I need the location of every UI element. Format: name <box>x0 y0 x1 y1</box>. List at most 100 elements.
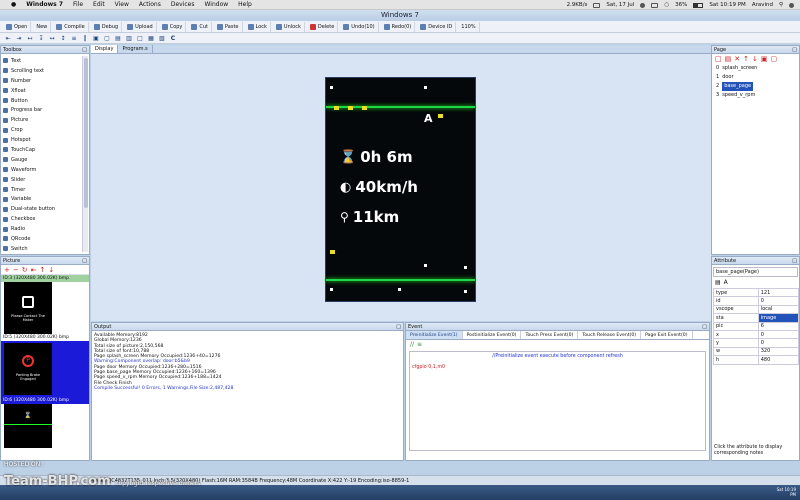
attribute-row[interactable]: type 121 <box>713 287 800 298</box>
picture-thumb[interactable]: Please Contact The Maker <box>4 282 52 334</box>
attribute-row[interactable]: h 480 <box>713 355 800 365</box>
toolbox-item-qrcode[interactable]: QRcode <box>3 234 89 244</box>
redo-button[interactable]: Redo(0) <box>381 21 416 32</box>
pin-icon[interactable]: □ <box>82 46 87 54</box>
page-item-speed-v-rpm[interactable]: 3 speed_v_rpm <box>712 91 799 100</box>
tab-display[interactable]: Display <box>91 45 119 53</box>
same-size-icon[interactable]: □ <box>136 35 144 42</box>
copy-page-icon[interactable]: ▣ <box>761 55 768 63</box>
insert-page-icon[interactable]: ▤ <box>725 55 732 63</box>
move-down-icon[interactable]: ↓ <box>48 266 54 274</box>
pin-icon[interactable]: □ <box>82 257 87 265</box>
pin-icon[interactable]: □ <box>792 46 797 54</box>
clock-label[interactable]: Sat 10:19 PM <box>709 2 745 8</box>
pin-icon[interactable]: □ <box>702 323 707 331</box>
toolbox-item-waveform[interactable]: Waveform <box>3 165 89 175</box>
import-page-icon[interactable]: ▢ <box>771 55 778 63</box>
menu-help[interactable]: Help <box>233 1 257 8</box>
toolbox-item-crop[interactable]: Crop <box>3 125 89 135</box>
send-back-icon[interactable]: ▢ <box>103 35 111 42</box>
bold-c-icon[interactable]: C <box>169 35 177 42</box>
attribute-value[interactable]: 0 <box>757 296 800 306</box>
toolbox-item-button[interactable]: Button <box>3 96 89 106</box>
device-canvas[interactable]: A ⌛ 0h 6m ◐ 40km/h ⚲ 11km <box>325 77 476 302</box>
attribute-value[interactable]: 121 <box>757 287 800 298</box>
attribute-row[interactable]: pic 6 <box>713 321 800 331</box>
attribute-row[interactable]: w 320 <box>713 346 800 357</box>
battery-icon[interactable] <box>693 2 704 8</box>
tab-program[interactable]: Program.s <box>118 45 153 53</box>
toolbox-item-switch[interactable]: Switch <box>3 244 89 254</box>
attribute-row[interactable]: y0 <box>713 338 800 348</box>
toolbox-item-checkbox[interactable]: Checkbox <box>3 214 89 224</box>
attribute-row[interactable]: vscope local <box>713 304 800 315</box>
compass-icon[interactable]: A <box>424 112 433 125</box>
taskbar-clock[interactable]: Sat 10:19 PM <box>776 487 796 498</box>
zoom-select[interactable]: 110% <box>458 21 480 32</box>
menu-app[interactable]: Windows 7 <box>21 1 68 8</box>
menu-file[interactable]: File <box>68 1 88 8</box>
delete-page-icon[interactable]: ✕ <box>734 55 740 63</box>
picture-row[interactable]: ID:3 (320X480 300.02K) bmp <box>1 275 89 282</box>
attribute-value[interactable]: 480 <box>757 355 800 365</box>
replace-icon[interactable]: ↻ <box>22 266 28 274</box>
move-up-icon[interactable]: ↑ <box>743 55 749 63</box>
paste-button[interactable]: Paste <box>214 21 243 32</box>
toolbox-scrollbar[interactable] <box>82 56 88 252</box>
same-width-icon[interactable]: ↔ <box>48 35 56 42</box>
grid-icon[interactable]: ▦ <box>147 35 155 42</box>
move-down-icon[interactable]: ↓ <box>752 55 758 63</box>
toolbox-item-radio[interactable]: Radio <box>3 224 89 234</box>
toolbox-item-variable[interactable]: Variable <box>3 194 89 204</box>
undo-button[interactable]: Undo(10) <box>340 21 379 32</box>
pin-icon[interactable]: □ <box>792 257 797 265</box>
pin-icon[interactable]: □ <box>396 323 401 331</box>
attribute-value[interactable]: image <box>757 313 800 323</box>
output-log[interactable]: Available Memory:8192 Global Memory:1236 T… <box>92 331 403 393</box>
distance-row[interactable]: ⚲ 11km <box>340 208 399 226</box>
move-up-icon[interactable]: ↑ <box>40 266 46 274</box>
page-item-door[interactable]: 1 door <box>712 73 799 82</box>
airplay-icon[interactable] <box>651 2 659 8</box>
copy-button[interactable]: Copy <box>159 21 187 32</box>
new-button[interactable]: New <box>33 21 52 32</box>
toolbox-item-xfloat[interactable]: Xfloat <box>3 86 89 96</box>
tab-preinitialize[interactable]: Preinitialize Event(1) <box>406 331 463 339</box>
page-item-base-page[interactable]: 2 base_page <box>712 82 799 91</box>
event-code-editor[interactable]: //Preinitialize event execute before com… <box>409 351 706 451</box>
tab-page-exit[interactable]: Page Exit Event(0) <box>641 331 693 339</box>
align-bottom-icon[interactable]: ↧ <box>37 35 45 42</box>
toolbox-item-gauge[interactable]: Gauge <box>3 155 89 165</box>
picture-row-selected[interactable]: P Parking Brake Engaged <box>1 341 89 397</box>
toolbox-item-hotspot[interactable]: Hotspot <box>3 135 89 145</box>
menu-edit[interactable]: Edit <box>88 1 110 8</box>
device-id-button[interactable]: Device ID <box>417 21 457 32</box>
attribute-value[interactable]: 0 <box>757 338 800 348</box>
uncomment-icon[interactable]: ≡ <box>417 341 422 348</box>
attribute-row[interactable]: x0 <box>713 329 800 340</box>
toolbox-item-dual-state-button[interactable]: Dual-state button <box>3 204 89 214</box>
toolbox-item-text[interactable]: Text <box>3 56 89 66</box>
v-distribute-icon[interactable]: ‖ <box>81 35 89 42</box>
comment-icon[interactable]: // <box>410 341 414 348</box>
debug-button[interactable]: Debug <box>91 21 123 32</box>
display-icon[interactable] <box>593 2 601 8</box>
search-icon[interactable]: ⚲ <box>779 2 783 8</box>
add-icon[interactable]: + <box>4 266 10 274</box>
align-left-icon[interactable]: ⇤ <box>4 35 12 42</box>
add-page-icon[interactable]: □ <box>715 55 722 63</box>
toolbox-item-timer[interactable]: Timer <box>3 185 89 195</box>
align-top-icon[interactable]: ↤ <box>26 35 34 42</box>
apple-icon[interactable]: ● <box>6 1 21 8</box>
sort-icon[interactable]: ▤ <box>715 279 721 288</box>
toolbox-item-touchcap[interactable]: TouchCap <box>3 145 89 155</box>
page-item-splash-screen[interactable]: 0 splash_screen <box>712 64 799 73</box>
tab-touch-release[interactable]: Touch Release Event(0) <box>578 331 642 339</box>
compile-button[interactable]: Compile <box>53 21 89 32</box>
lock-button[interactable]: Lock <box>245 21 271 32</box>
bring-front-icon[interactable]: ▣ <box>92 35 100 42</box>
tab-touch-press[interactable]: Touch Press Event(0) <box>521 331 579 339</box>
wifi-icon[interactable]: ○ <box>664 2 669 8</box>
toolbox-item-number[interactable]: Number <box>3 76 89 86</box>
attribute-row[interactable]: id 0 <box>713 296 800 306</box>
